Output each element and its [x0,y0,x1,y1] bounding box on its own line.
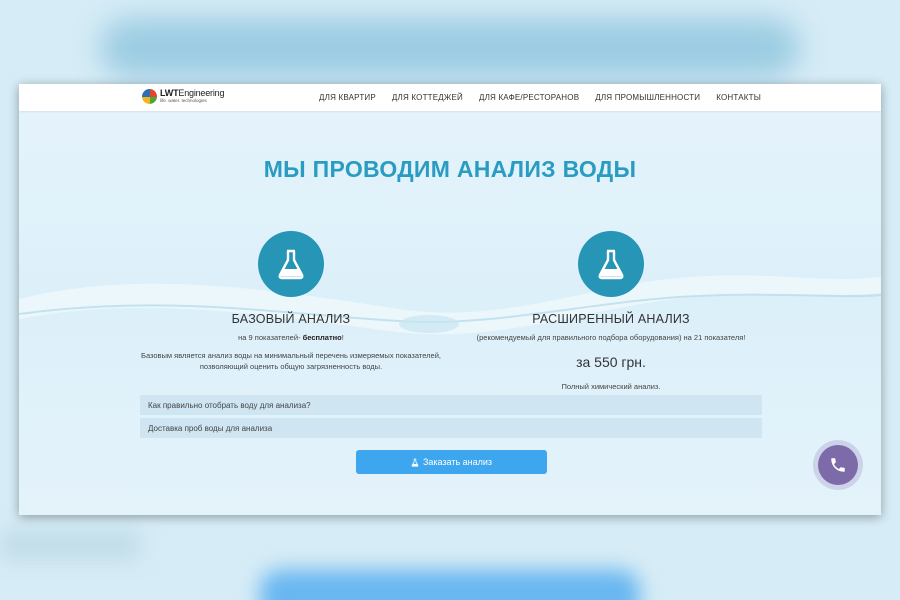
basic-analysis-description: Базовым является анализ воды на минималь… [141,351,441,371]
extended-analysis-title: РАСШИРЕННЫЙ АНАЛИЗ [532,312,690,326]
top-navbar: LWTEngineering life. water. technologies… [19,84,881,111]
blurred-backdrop-title [100,18,800,78]
logo-tagline: life. water. technologies [160,98,207,103]
nav-link-apartments[interactable]: ДЛЯ КВАРТИР [319,93,376,102]
page-title: МЫ ПРОВОДИМ АНАЛИЗ ВОДЫ [263,156,637,182]
company-logo[interactable]: LWTEngineering life. water. technologies [142,89,224,104]
callback-button[interactable] [813,440,863,490]
blurred-backdrop-button [260,570,640,600]
phone-icon [831,458,845,472]
main-nav: ДЛЯ КВАРТИР ДЛЯ КОТТЕДЖЕЙ ДЛЯ КАФЕ/РЕСТО… [319,84,761,111]
flask-icon [411,458,419,467]
accordion-item-sampling[interactable]: Как правильно отобрать воду для анализа? [140,395,762,415]
flask-icon [578,231,644,297]
nav-link-cafes[interactable]: ДЛЯ КАФЕ/РЕСТОРАНОВ [479,93,579,102]
flask-icon [258,231,324,297]
basic-analysis-card: БАЗОВЫЙ АНАЛИЗ на 9 показателей- бесплат… [131,231,451,373]
nav-link-cottages[interactable]: ДЛЯ КОТТЕДЖЕЙ [392,93,463,102]
basic-analysis-subtitle: на 9 показателей- бесплатно! [238,333,344,342]
order-analysis-button[interactable]: Заказать анализ [356,450,547,474]
quad-color-circle-icon [142,89,157,104]
nav-link-contacts[interactable]: КОНТАКТЫ [716,93,761,102]
nav-link-industry[interactable]: ДЛЯ ПРОМЫШЛЕННОСТИ [595,93,700,102]
order-button-label: Заказать анализ [422,457,493,467]
extended-analysis-card: РАСШИРЕННЫЙ АНАЛИЗ (рекомендуемый для пр… [451,231,771,391]
page-window: LWTEngineering life. water. technologies… [19,84,881,515]
logo-name: LWTEngineering [160,88,225,98]
basic-analysis-title: БАЗОВЫЙ АНАЛИЗ [231,312,351,326]
blurred-backdrop-element [0,530,140,560]
accordion-item-delivery[interactable]: Доставка проб воды для анализа [140,418,762,438]
extended-analysis-subtitle: (рекомендуемый для правильного подбора о… [476,333,746,342]
extended-analysis-note: Полный химический анализ. [561,382,661,391]
extended-analysis-price: за 550 грн. [576,354,646,370]
